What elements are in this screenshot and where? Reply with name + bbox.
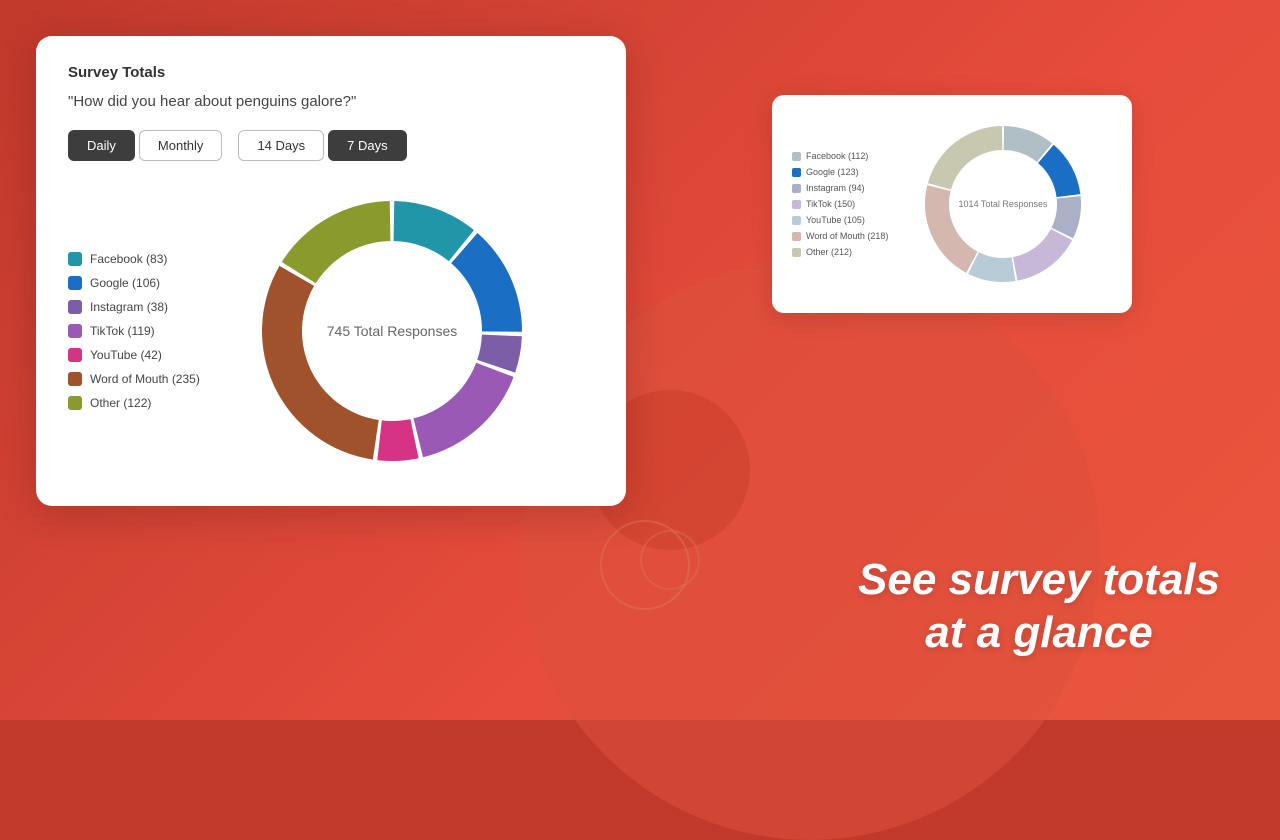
secondary-donut-svg [913, 114, 1093, 294]
main-card: Survey Totals "How did you hear about pe… [36, 36, 626, 506]
legend-item: Instagram (38) [68, 300, 218, 314]
legend-item: Google (106) [68, 276, 218, 290]
secondary-legend-item: Google (123) [792, 167, 897, 177]
daily-button[interactable]: Daily [68, 130, 135, 161]
legend-label: YouTube (42) [90, 348, 162, 362]
legend-color [68, 396, 82, 410]
donut-chart: 745 Total Responses [242, 181, 542, 481]
secondary-legend-item: Facebook (112) [792, 151, 897, 161]
card-title: Survey Totals [68, 64, 594, 81]
legend-label: TikTok (119) [90, 324, 155, 338]
legend-label: Facebook (83) [90, 252, 167, 266]
legend-item: Word of Mouth (235) [68, 372, 218, 386]
legend-label: Other (122) [90, 396, 151, 410]
legend-item: Other (122) [68, 396, 218, 410]
secondary-legend: Facebook (112) Google (123) Instagram (94)… [792, 151, 897, 257]
secondary-legend-color [792, 152, 801, 161]
legend-item: TikTok (119) [68, 324, 218, 338]
seven-days-button[interactable]: 7 Days [328, 130, 406, 161]
secondary-legend-label: YouTube (105) [806, 215, 865, 225]
secondary-legend-color [792, 216, 801, 225]
secondary-legend-label: Facebook (112) [806, 151, 868, 161]
secondary-legend-item: Word of Mouth (218) [792, 231, 897, 241]
legend-color [68, 252, 82, 266]
secondary-legend-color [792, 184, 801, 193]
secondary-legend-label: Word of Mouth (218) [806, 231, 888, 241]
legend-color [68, 276, 82, 290]
toggle-group: Daily Monthly 14 Days 7 Days [68, 130, 594, 161]
legend-color [68, 324, 82, 338]
secondary-legend-label: Other (212) [806, 247, 852, 257]
legend: Facebook (83) Google (106) Instagram (38) T… [68, 252, 218, 410]
secondary-legend-item: Other (212) [792, 247, 897, 257]
tagline: See survey totals at a glance [858, 554, 1220, 660]
monthly-button[interactable]: Monthly [139, 130, 223, 161]
tagline-line1: See survey totals [858, 554, 1220, 607]
tagline-line2: at a glance [858, 607, 1220, 660]
legend-label: Word of Mouth (235) [90, 372, 200, 386]
secondary-legend-item: YouTube (105) [792, 215, 897, 225]
card-question: "How did you hear about penguins galore?… [68, 93, 594, 110]
fourteen-days-button[interactable]: 14 Days [238, 130, 324, 161]
secondary-legend-color [792, 232, 801, 241]
secondary-legend-item: TikTok (150) [792, 199, 897, 209]
legend-label: Google (106) [90, 276, 160, 290]
secondary-donut-chart: 1014 Total Responses [913, 114, 1093, 294]
secondary-legend-color [792, 248, 801, 257]
secondary-legend-color [792, 168, 801, 177]
legend-color [68, 372, 82, 386]
secondary-legend-color [792, 200, 801, 209]
secondary-legend-label: Instagram (94) [806, 183, 865, 193]
secondary-legend-label: Google (123) [806, 167, 859, 177]
legend-label: Instagram (38) [90, 300, 168, 314]
legend-color [68, 348, 82, 362]
chart-area: Facebook (83) Google (106) Instagram (38) T… [68, 181, 594, 481]
deco-circle-4 [640, 530, 700, 590]
secondary-legend-item: Instagram (94) [792, 183, 897, 193]
secondary-legend-label: TikTok (150) [806, 199, 855, 209]
secondary-card: Facebook (112) Google (123) Instagram (94)… [772, 95, 1132, 313]
donut-svg [242, 181, 542, 481]
legend-color [68, 300, 82, 314]
legend-item: Facebook (83) [68, 252, 218, 266]
legend-item: YouTube (42) [68, 348, 218, 362]
